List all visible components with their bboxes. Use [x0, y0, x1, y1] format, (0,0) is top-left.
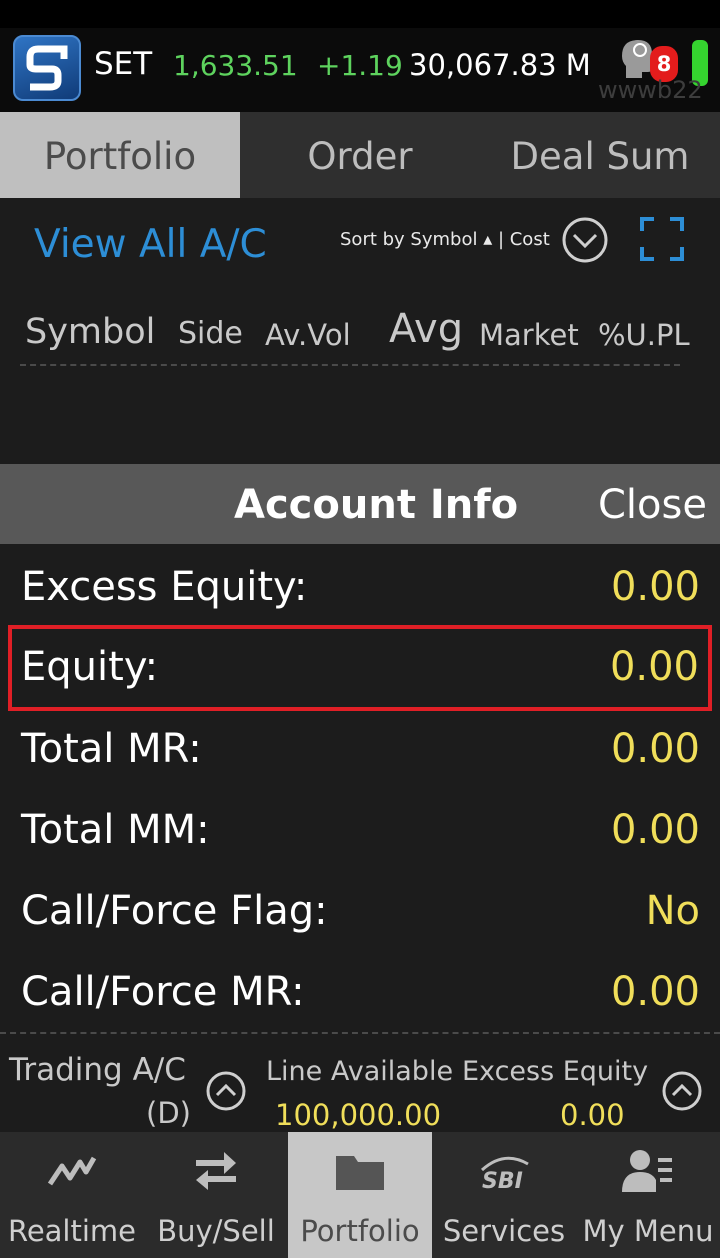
- nav-realtime[interactable]: Realtime: [0, 1132, 144, 1258]
- column-market[interactable]: Market: [479, 318, 579, 352]
- row-label: Call/Force MR:: [21, 969, 305, 1015]
- excess-equity-value: 0.00: [560, 1098, 625, 1132]
- fullscreen-icon[interactable]: [640, 217, 684, 261]
- row-value: 0.00: [609, 644, 699, 690]
- chevron-up-icon[interactable]: [661, 1070, 703, 1112]
- view-all-accounts-link[interactable]: View All A/C: [34, 222, 267, 267]
- close-button[interactable]: Close: [598, 482, 707, 528]
- app-logo-icon: [26, 45, 68, 91]
- line-available-label: Line Available: [266, 1056, 454, 1087]
- row-value: 0.00: [610, 726, 700, 772]
- tab-order[interactable]: Order: [240, 112, 480, 198]
- folder-icon: [336, 1156, 384, 1190]
- index-change: +1.19: [317, 49, 403, 82]
- user-menu-icon: [622, 1150, 672, 1192]
- row-value: 0.00: [610, 969, 700, 1015]
- account-summary-strip: Trading A/C (D) Line Available Excess Eq…: [0, 1034, 720, 1132]
- bottom-nav: Realtime Buy/Sell Portfolio SBI Services…: [0, 1132, 720, 1258]
- sbi-logo-icon: SBI: [480, 1156, 529, 1194]
- nav-services[interactable]: SBI Services: [432, 1132, 576, 1258]
- tab-portfolio[interactable]: Portfolio: [0, 112, 240, 198]
- column-upl[interactable]: %U.PL: [598, 318, 690, 352]
- ticker-bar: SET 1,633.51 +1.19 30,067.83 M 8 wwwb22: [0, 28, 720, 112]
- watermark: wwwb22: [598, 76, 703, 104]
- account-row-excess-equity: Excess Equity: 0.00: [0, 546, 720, 626]
- sort-by-control[interactable]: Sort by Symbol ▴ | Cost: [340, 229, 550, 250]
- trading-account-type: (D): [146, 1096, 191, 1130]
- column-av-vol[interactable]: Av.Vol: [265, 318, 351, 352]
- chevron-down-icon[interactable]: [561, 216, 609, 264]
- top-tabs: Portfolio Order Deal Sum: [0, 112, 720, 198]
- column-symbol[interactable]: Symbol: [25, 312, 155, 352]
- chevron-up-icon[interactable]: [205, 1070, 247, 1112]
- row-value: No: [645, 888, 700, 934]
- account-row-call-force-mr: Call/Force MR: 0.00: [0, 951, 720, 1031]
- nav-buy-sell[interactable]: Buy/Sell: [144, 1132, 288, 1258]
- account-info-title: Account Info: [234, 482, 519, 528]
- row-value: 0.00: [610, 807, 700, 853]
- nav-label: My Menu: [582, 1214, 714, 1248]
- column-avg[interactable]: Avg: [389, 306, 463, 352]
- nav-label: Buy/Sell: [157, 1214, 275, 1248]
- tab-deal-sum[interactable]: Deal Sum: [480, 112, 720, 198]
- status-bar: [0, 0, 720, 28]
- row-value: 0.00: [610, 564, 700, 610]
- nav-my-menu[interactable]: My Menu: [576, 1132, 720, 1258]
- nav-portfolio[interactable]: Portfolio: [288, 1132, 432, 1258]
- account-row-total-mr: Total MR: 0.00: [0, 708, 720, 788]
- row-label: Total MR:: [21, 726, 202, 772]
- divider: [20, 364, 680, 366]
- swap-arrows-icon: [196, 1152, 236, 1190]
- index-name: SET: [94, 46, 153, 82]
- line-available-value: 100,000.00: [275, 1098, 442, 1132]
- trading-account-label: Trading A/C: [9, 1052, 186, 1088]
- column-side[interactable]: Side: [178, 316, 243, 351]
- row-label: Call/Force Flag:: [21, 888, 328, 934]
- row-label: Total MM:: [21, 807, 210, 853]
- app-logo[interactable]: [13, 35, 81, 101]
- row-label: Equity:: [21, 644, 159, 690]
- nav-label: Realtime: [7, 1214, 137, 1248]
- account-row-total-mm: Total MM: 0.00: [0, 789, 720, 869]
- svg-text:SBI: SBI: [482, 1169, 523, 1194]
- nav-label: Services: [442, 1214, 566, 1248]
- chart-line-icon: [47, 1156, 97, 1186]
- index-volume: 30,067.83 M: [409, 48, 591, 82]
- row-label: Excess Equity:: [21, 564, 308, 610]
- nav-label: Portfolio: [300, 1214, 420, 1248]
- excess-equity-label: Excess Equity: [462, 1056, 649, 1087]
- account-row-equity: Equity: 0.00: [8, 625, 712, 711]
- account-info-header: Account Info Close: [0, 464, 720, 544]
- index-value: 1,633.51: [173, 49, 298, 82]
- account-row-call-force-flag: Call/Force Flag: No: [0, 870, 720, 950]
